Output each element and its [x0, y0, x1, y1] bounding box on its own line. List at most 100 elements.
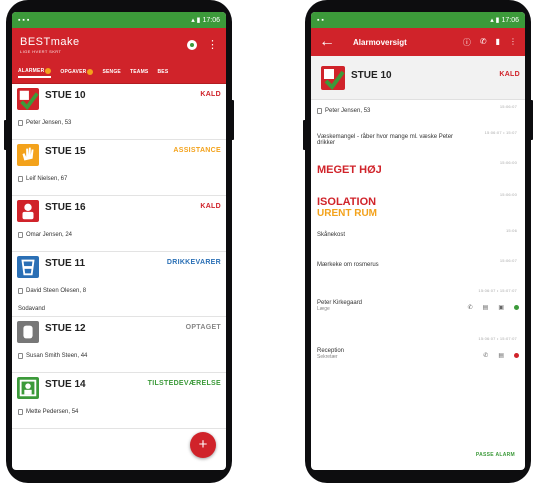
detail-person: Peter Jensen, 53	[317, 108, 519, 114]
presence-toggle-icon[interactable]	[187, 40, 197, 50]
stage: ▪ ▪ ▪ ▴ ▮ 17:06 BESTmake LIGE HVERT SKRT…	[0, 0, 537, 483]
detail-header: STUE 10 KALD	[311, 56, 525, 100]
volume-button	[303, 120, 306, 150]
tab-label: BES	[157, 68, 169, 75]
alarm-room-title: STUE 16	[45, 202, 86, 213]
alarm-status: DRIKKEVARER	[166, 259, 221, 266]
monitor-icon[interactable]: ▣	[498, 304, 504, 311]
alarm-room-title: STUE 10	[45, 90, 86, 101]
patient-icon	[18, 353, 23, 359]
detail-row: 15:06:07 • 15:07 Væskemangel - råber hvor…	[311, 126, 525, 156]
patient-icon	[18, 232, 23, 238]
alarm-person-name: Peter Jensen, 53	[26, 120, 72, 126]
detail-note: Skånekost	[317, 232, 346, 238]
status-left: ▪ ▪	[317, 16, 324, 24]
alarm-person: Peter Jensen, 53	[18, 120, 71, 126]
alarm-person-name: Leif Nielsen, 67	[26, 176, 68, 182]
alarm-list-item[interactable]: STUE 14 TILSTEDEVÆRELSE Mette Pedersen, 54	[12, 373, 226, 429]
alarm-list-item[interactable]: STUE 11 DRIKKEVARER David Steen Olesen, 8 S…	[12, 252, 226, 317]
back-arrow-icon[interactable]: ←	[319, 33, 335, 51]
alarm-list-item[interactable]: STUE 10 KALD Peter Jensen, 53	[12, 84, 226, 140]
status-right: ▴ ▮ 17:06	[191, 17, 220, 24]
message-icon[interactable]: ▤	[498, 352, 504, 359]
detail-isolation: ISOLATION	[317, 196, 377, 208]
contact-row[interactable]: 15:06:07 • 15:07:07 Peter Kirkegaard Læge ✆…	[311, 284, 525, 332]
app-bar: BESTmake LIGE HVERT SKRT ⋮	[12, 28, 226, 62]
tab-bes[interactable]: BES	[157, 69, 168, 77]
detail-row: 15:06 Skånekost	[311, 224, 525, 254]
app-logo-tagline: LIGE HVERT SKRT	[20, 49, 62, 54]
check-badge-icon	[17, 88, 39, 111]
contact-time: 15:06:07 • 15:07:07	[478, 288, 517, 293]
phone-icon[interactable]: ✆	[483, 352, 488, 359]
phone-icon[interactable]: ✆	[468, 304, 473, 311]
tab-senge[interactable]: SENGE	[102, 69, 121, 77]
detail-row: 15:06:07 Peter Jensen, 53	[311, 100, 525, 126]
tab-badge-icon	[87, 68, 94, 75]
alarm-person: Omar Jensen, 24	[18, 232, 72, 238]
detail-row: 15:06:07 Mærkeke om rosmerus	[311, 254, 525, 284]
occupied-icon	[17, 321, 39, 343]
status-left: ▪ ▪ ▪	[18, 16, 30, 24]
detail-row-time: 15:06:00	[499, 160, 517, 165]
presence-dot-icon	[514, 353, 519, 358]
patient-icon	[18, 176, 23, 182]
phone-alarm-detail: ▪ ▪ ▴ ▮ 17:06 ← Alarmoversigt ⓘ ✆ ▮ ⋮ ST…	[303, 0, 533, 483]
alarm-person: Susan Smith Steen, 44	[18, 353, 87, 359]
device-icon[interactable]: ▮	[496, 37, 500, 48]
call-icon[interactable]: ✆	[480, 37, 487, 48]
alarm-status: ASSISTANCE	[173, 147, 221, 154]
alarm-status: KALD	[200, 91, 221, 98]
alarm-status: TILSTEDEVÆRELSE	[147, 380, 221, 387]
more-options-icon[interactable]: ⋮	[207, 39, 218, 51]
detail-room-title: STUE 10	[351, 70, 392, 81]
tab-label: OPGAVER	[60, 68, 87, 75]
detail-note: Mærkeke om rosmerus	[317, 262, 379, 268]
alarm-list-item[interactable]: STUE 12 OPTAGET Susan Smith Steen, 44	[12, 317, 226, 373]
status-right: ▴ ▮ 17:06	[490, 17, 519, 24]
detail-toolbar: ← Alarmoversigt ⓘ ✆ ▮ ⋮	[311, 28, 525, 56]
power-button	[530, 100, 533, 140]
detail-unclean-room: URENT RUM	[317, 208, 377, 219]
tab-badge-icon	[45, 67, 52, 74]
contact-row[interactable]: 15:06:07 • 15:07:07 Reception Sekretær ✆ ▤	[311, 332, 525, 380]
alarm-person: Mette Pedersen, 54	[18, 409, 78, 415]
accept-alarm-button[interactable]: PASSE ALARM	[476, 452, 515, 458]
alarm-list-item[interactable]: STUE 16 KALD Omar Jensen, 24	[12, 196, 226, 252]
volume-button	[4, 120, 7, 150]
person-present-icon	[17, 377, 39, 399]
presence-dot-icon	[514, 305, 519, 310]
alarm-person-name: Mette Pedersen, 54	[26, 409, 79, 415]
app-logo: BESTmake LIGE HVERT SKRT	[20, 36, 80, 54]
alarm-status: KALD	[200, 203, 221, 210]
tab-opgaver[interactable]: OPGAVER	[60, 68, 94, 77]
detail-priority: MEGET HØJ	[317, 164, 382, 176]
detail-row-time: 15:06:07	[499, 104, 517, 109]
patient-icon	[18, 409, 23, 415]
contact-time: 15:06:07 • 15:07:07	[478, 336, 517, 341]
patient-icon	[18, 288, 23, 294]
power-button	[231, 100, 234, 140]
tab-alarmer[interactable]: ALARMER	[18, 67, 52, 78]
info-icon[interactable]: ⓘ	[463, 37, 471, 48]
detail-rows: 15:06:07 Peter Jensen, 53 15:06:07 • 15:07…	[311, 100, 525, 284]
message-icon[interactable]: ▤	[483, 304, 489, 311]
contact-list: 15:06:07 • 15:07:07 Peter Kirkegaard Læge ✆…	[311, 284, 525, 380]
screen-left: ▪ ▪ ▪ ▴ ▮ 17:06 BESTmake LIGE HVERT SKRT…	[12, 12, 226, 470]
status-bar: ▪ ▪ ▪ ▴ ▮ 17:06	[12, 12, 226, 28]
alarm-room-title: STUE 14	[45, 379, 86, 390]
toolbar-title: Alarmoversigt	[353, 37, 407, 47]
tab-teams[interactable]: TEAMS	[130, 69, 149, 77]
detail-row-time: 15:06	[505, 228, 517, 233]
detail-row-time: 15:06:07 • 15:07	[484, 130, 517, 135]
alarm-room-title: STUE 11	[45, 258, 86, 269]
alarm-list-item[interactable]: STUE 15 ASSISTANCE Leif Nielsen, 67	[12, 140, 226, 196]
detail-note: Væskemangel - råber hvor mange ml. væske…	[317, 134, 454, 146]
check-badge-icon	[321, 66, 345, 91]
more-options-icon[interactable]: ⋮	[509, 37, 517, 48]
add-alarm-button[interactable]: +	[190, 432, 216, 458]
app-logo-text: BESTmake	[20, 36, 80, 48]
alarm-status: OPTAGET	[185, 324, 221, 331]
screen-right: ▪ ▪ ▴ ▮ 17:06 ← Alarmoversigt ⓘ ✆ ▮ ⋮ ST…	[311, 12, 525, 470]
contact-actions: ✆ ▤	[483, 352, 519, 359]
